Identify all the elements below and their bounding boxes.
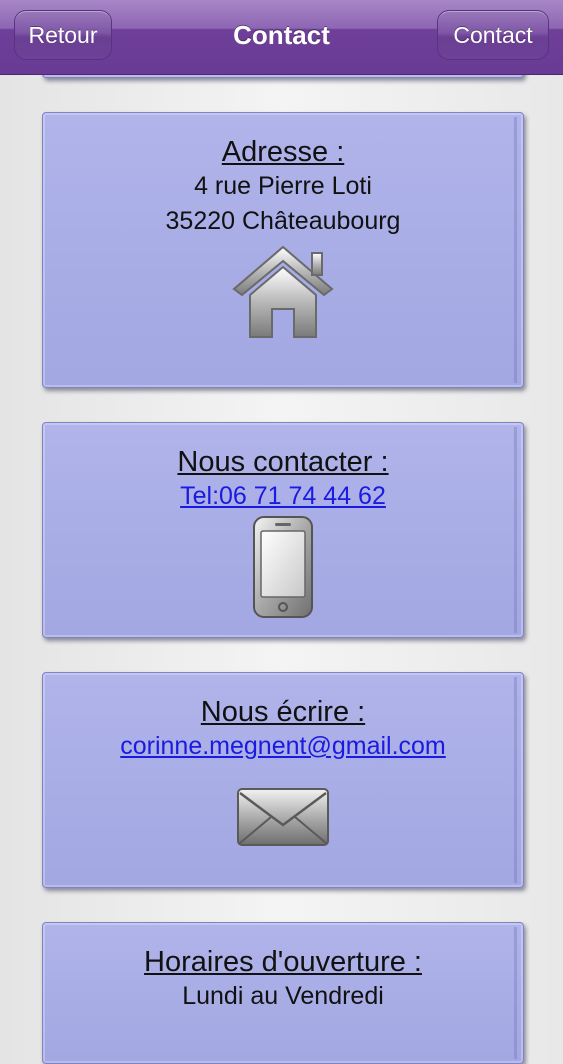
address-heading: Adresse : — [221, 136, 345, 168]
hours-days: Lundi au Vendredi — [182, 982, 384, 1010]
hours-heading: Horaires d'ouverture : — [144, 946, 422, 978]
home-icon[interactable] — [228, 243, 338, 343]
envelope-icon[interactable] — [235, 785, 331, 849]
address-street: 4 rue Pierre Loti — [194, 172, 372, 200]
contact-button[interactable]: Contact — [437, 10, 549, 60]
hours-card: Horaires d'ouverture : Lundi au Vendredi — [42, 922, 524, 1064]
email-heading: Nous écrire : — [200, 696, 366, 728]
phone-link[interactable]: Tel:06 71 74 44 62 — [43, 479, 523, 514]
phone-card: Nous contacter : Tel:06 71 74 44 62 — [42, 422, 524, 638]
navigation-bar: Retour Contact Contact — [0, 0, 563, 75]
address-city: 35220 Châteaubourg — [165, 207, 401, 235]
address-card: Adresse : 4 rue Pierre Loti 35220 Châtea… — [42, 112, 524, 388]
email-card: Nous écrire : corinne.megnent@gmail.com — [42, 672, 524, 888]
phone-heading: Nous contacter : — [177, 446, 389, 478]
smartphone-icon[interactable] — [251, 515, 315, 619]
email-link[interactable]: corinne.megnent@gmail.com — [43, 729, 523, 764]
